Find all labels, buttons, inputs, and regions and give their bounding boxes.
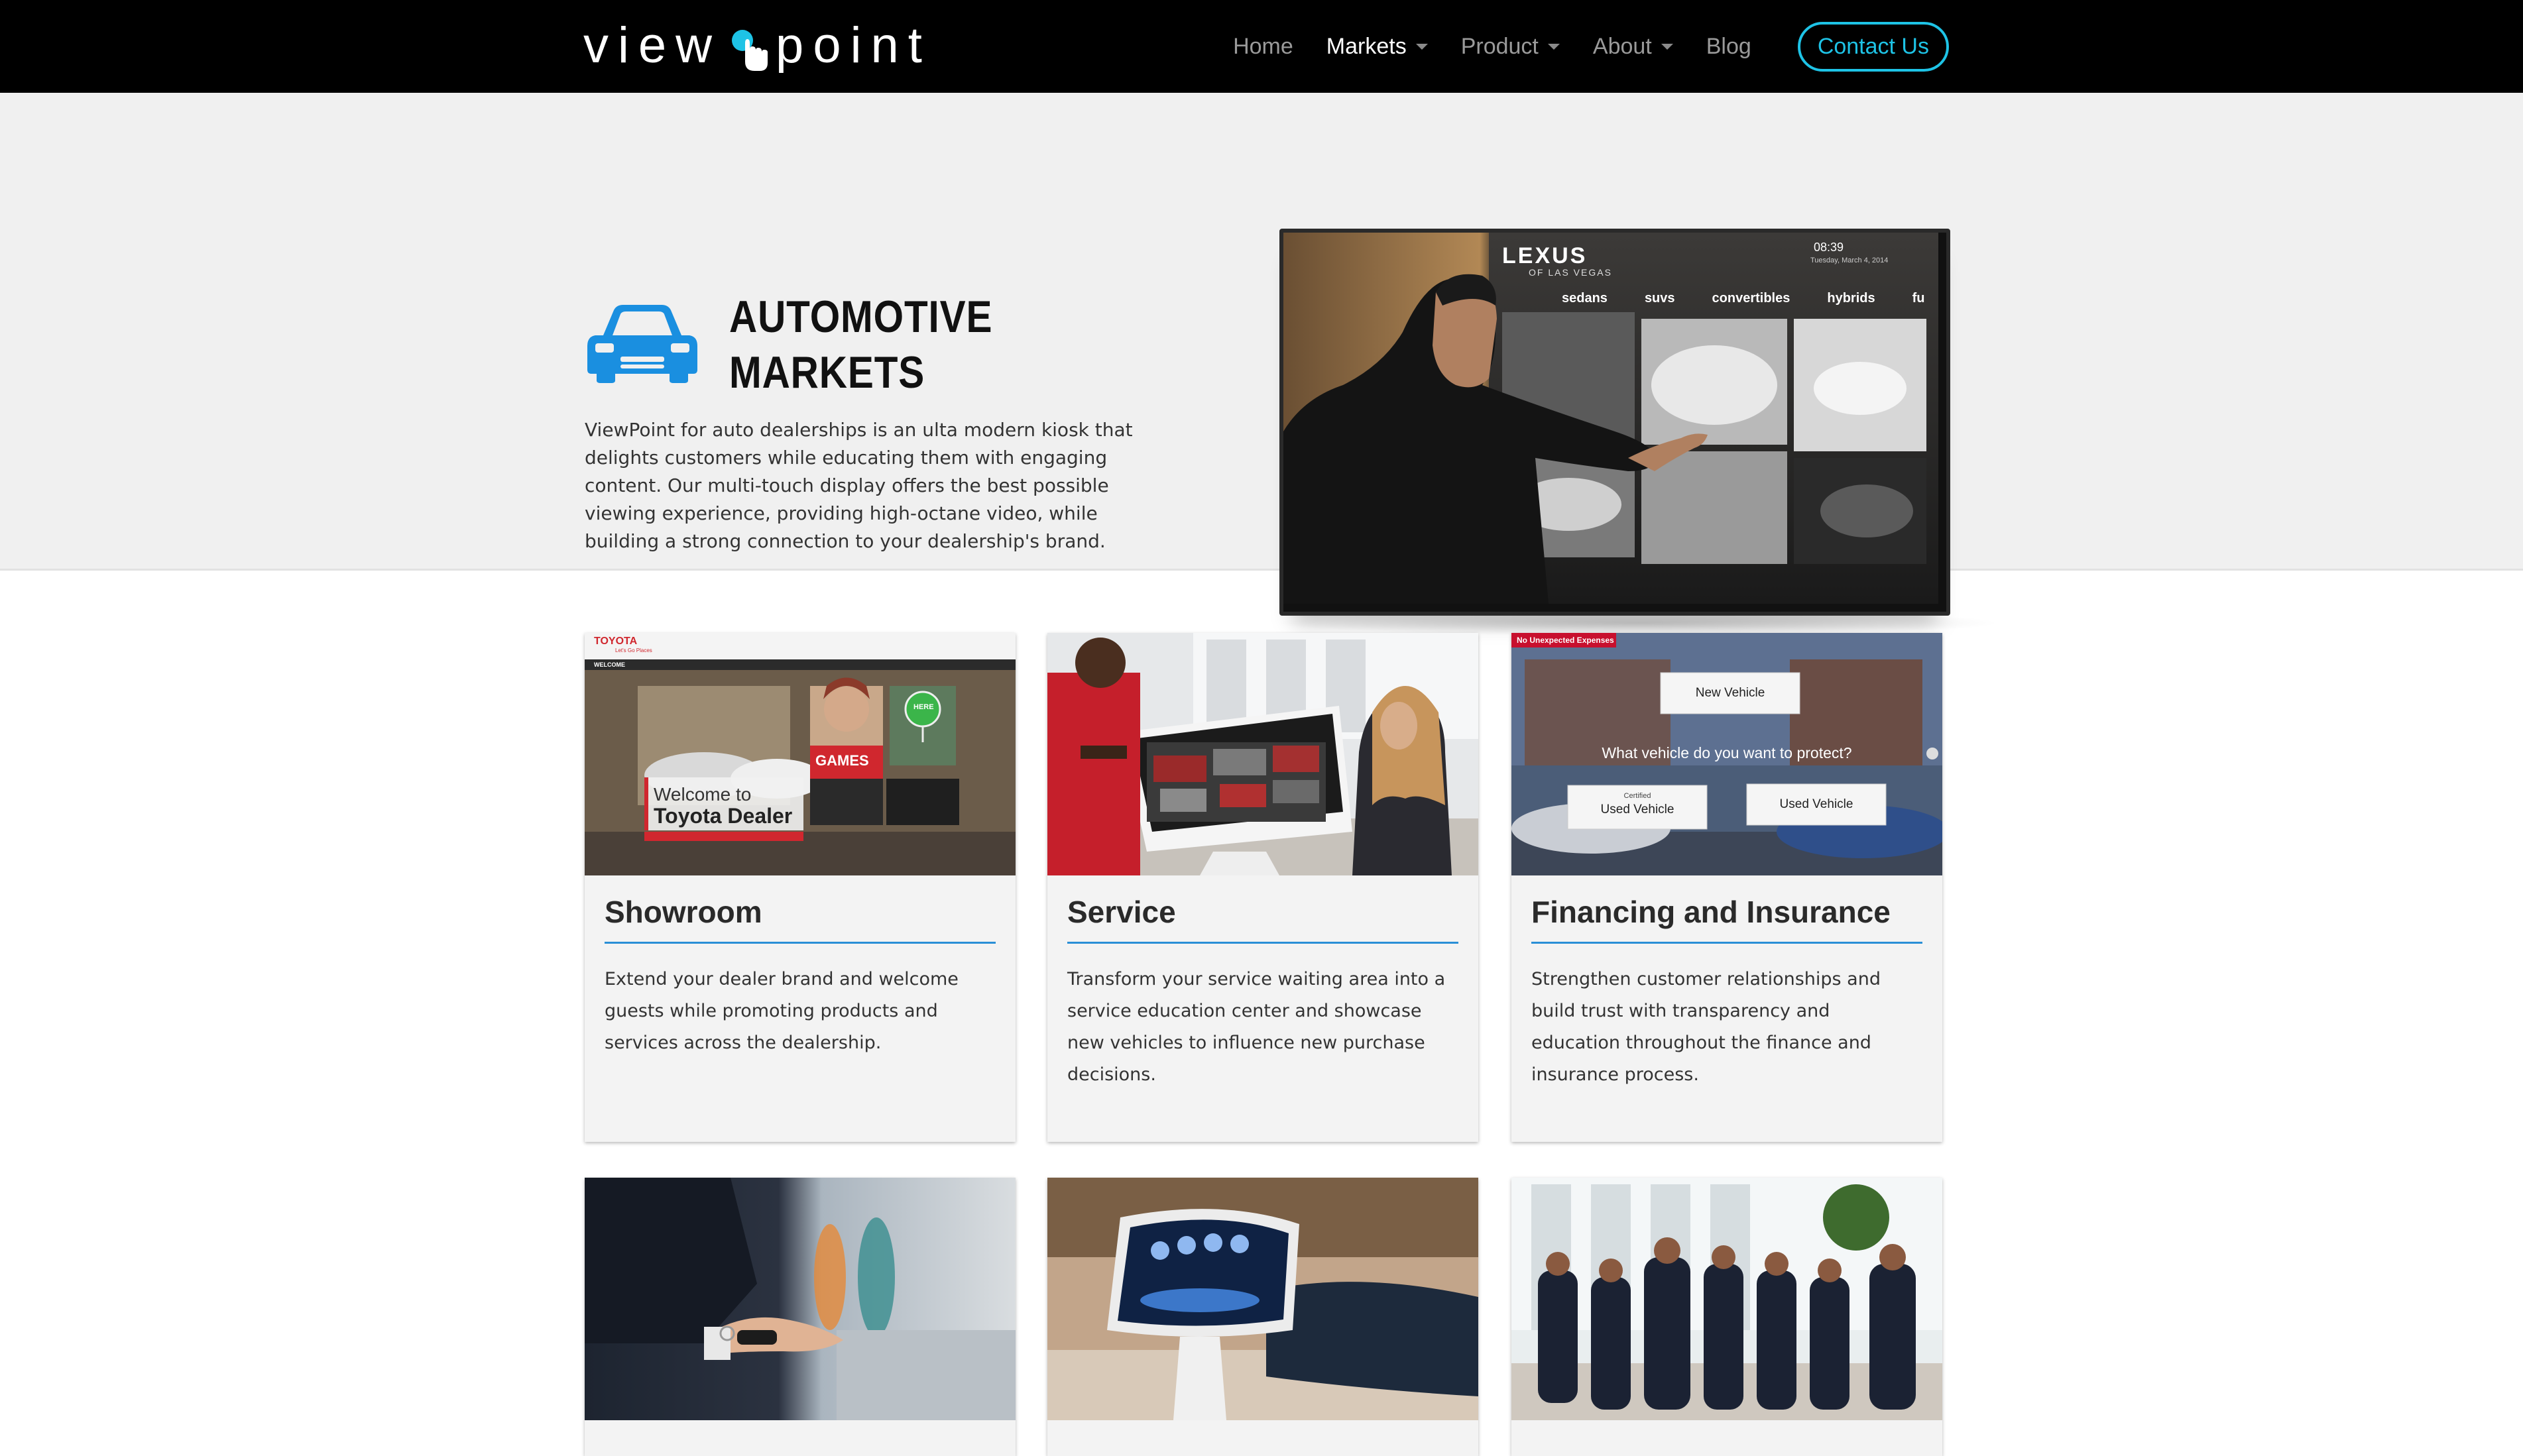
financing-banner: No Unexpected Expenses — [1517, 636, 1614, 645]
nav-markets-label: Markets — [1326, 33, 1407, 59]
showroom-image: TOYOTA Let's Go Places WELCOME Welcome t… — [585, 633, 1016, 875]
hero-description: ViewPoint for auto dealerships is an ult… — [585, 419, 1133, 552]
hero-kiosk-photo: LEXUS OF LAS VEGAS 08:39 Tuesday, March … — [1279, 229, 1950, 616]
map-pin-icon: HERE — [913, 703, 934, 711]
used-vehicle-option-2: Used Vehicle — [1779, 797, 1853, 811]
used-vehicle-option-1: Used Vehicle — [1600, 803, 1674, 816]
toyota-tagline: Let's Go Places — [615, 647, 652, 653]
screen-tab: fu — [1912, 291, 1925, 306]
kiosk-floor-image — [1047, 1178, 1478, 1420]
top-navbar: view point Home Markets Product About Bl… — [0, 0, 2523, 93]
chevron-down-icon — [1415, 43, 1428, 50]
screen-brand-sub: OF LAS VEGAS — [1529, 267, 1612, 278]
page-title: AUTOMOTIVE MARKETS — [729, 289, 1003, 400]
card-service[interactable]: Service Transform your service waiting a… — [1047, 633, 1478, 1142]
screen-tab: hybrids — [1827, 291, 1875, 306]
hero-section: AUTOMOTIVE MARKETS ViewPoint for auto de… — [0, 93, 2523, 636]
screen-time: 08:39 — [1814, 241, 1844, 254]
title-line-1: AUTOMOTIVE — [729, 292, 993, 342]
nav-home[interactable]: Home — [1233, 34, 1293, 60]
card-showroom[interactable]: TOYOTA Let's Go Places WELCOME Welcome t… — [585, 633, 1016, 1142]
contact-us-button[interactable]: Contact Us — [1797, 21, 1949, 72]
viewpoint-logo[interactable]: view point — [583, 12, 931, 78]
screen-tab: sedans — [1562, 291, 1608, 306]
logo-text-left: view — [583, 17, 722, 74]
pointer-hand-icon — [725, 15, 772, 75]
card-title[interactable]: Financing and Insurance — [1531, 894, 1922, 944]
welcome-small: Welcome to — [654, 784, 752, 805]
nav-about-label: About — [1592, 33, 1652, 59]
card-description: Strengthen customer relationships and bu… — [1531, 969, 1881, 1085]
card-title[interactable]: Showroom — [605, 894, 996, 944]
card-description: Extend your dealer brand and welcome gue… — [605, 969, 959, 1053]
nav-blog[interactable]: Blog — [1706, 34, 1751, 60]
nav-blog-label: Blog — [1706, 33, 1751, 59]
card-description: Transform your service waiting area into… — [1067, 969, 1446, 1085]
logo-text-right: point — [776, 17, 931, 74]
car-icon — [587, 305, 697, 383]
service-image — [1047, 633, 1478, 875]
kiosk-menu-label: WELCOME — [594, 661, 625, 668]
certified-small: Certified — [1623, 792, 1651, 800]
nav-home-label: Home — [1233, 33, 1293, 59]
main-nav: Home Markets Product About Blog Contact … — [1233, 0, 1949, 93]
nav-about[interactable]: About — [1593, 34, 1673, 60]
hero-photo-shadow — [1273, 610, 2002, 636]
key-handoff-image — [585, 1178, 1016, 1420]
screen-tab: suvs — [1644, 291, 1675, 306]
card-kiosk-floor[interactable] — [1047, 1178, 1478, 1456]
games-tile: GAMES — [815, 752, 869, 769]
chevron-down-icon — [1547, 43, 1560, 50]
card-events[interactable] — [1511, 1178, 1942, 1456]
welcome-big: Toyota Dealer — [654, 804, 793, 828]
screen-date: Tuesday, March 4, 2014 — [1810, 256, 1889, 264]
toyota-logo-text: TOYOTA — [594, 636, 638, 647]
protect-question: What vehicle do you want to protect? — [1602, 744, 1852, 761]
card-financing[interactable]: No Unexpected Expenses New Vehicle What … — [1511, 633, 1942, 1142]
card-delivery[interactable] — [585, 1178, 1016, 1456]
screen-brand: LEXUS — [1502, 243, 1588, 268]
chevron-down-icon — [1661, 43, 1673, 50]
financing-image: No Unexpected Expenses New Vehicle What … — [1511, 633, 1942, 875]
dealership-event-image — [1511, 1178, 1942, 1420]
screen-tab: convertibles — [1712, 291, 1790, 306]
card-title[interactable]: Service — [1067, 894, 1458, 944]
screen-tabs: sedans suvs convertibles hybrids fu — [1562, 291, 1925, 306]
nav-product[interactable]: Product — [1461, 34, 1560, 60]
nav-product-label: Product — [1460, 33, 1539, 59]
nav-markets[interactable]: Markets — [1326, 34, 1428, 60]
title-line-2: MARKETS — [729, 347, 925, 398]
new-vehicle-option: New Vehicle — [1695, 686, 1765, 700]
